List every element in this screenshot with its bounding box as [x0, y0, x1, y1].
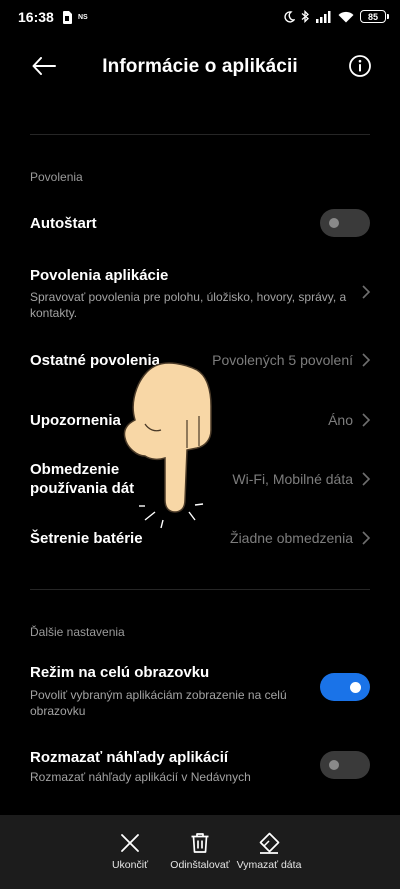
chevron-right-icon [362, 472, 371, 486]
row-subtitle: Spravovať povolenia pre polohu, úložisko… [30, 290, 347, 320]
eraser-icon [259, 832, 280, 854]
force-stop-label: Ukončiť [111, 859, 149, 871]
chevron-right-icon [362, 531, 371, 545]
divider [30, 589, 370, 590]
status-bar: 16:38 NS 85 [0, 0, 400, 36]
status-right-icons: 85 [283, 10, 389, 23]
toggle-knob [350, 681, 361, 693]
bluetooth-icon [301, 10, 309, 23]
sim-card-icon [63, 11, 72, 24]
arrow-left-icon [32, 57, 56, 75]
page-title: Informácie o aplikácii [102, 56, 298, 77]
row-value: Povolených 5 povolení [212, 352, 353, 368]
signal-icon [316, 10, 331, 23]
section-label-more-settings: Ďalšie nastavenia [30, 625, 125, 639]
trash-icon [191, 833, 209, 853]
row-subtitle: Povoliť vybraným aplikáciám zobrazenie n… [30, 688, 287, 718]
row-title: Povolenia aplikácie [30, 267, 169, 284]
row-autostart[interactable]: Autoštart [0, 198, 400, 248]
battery-icon: 85 [360, 10, 389, 23]
chevron-right-icon [362, 353, 371, 367]
row-blur-previews[interactable]: Rozmazať náhľady aplikácií Rozmazať náhľ… [0, 738, 400, 794]
row-title: Šetrenie batérie [30, 530, 143, 547]
uninstall-label: Odinštalovať [170, 859, 230, 871]
clear-data-button[interactable]: Vymazať dáta [224, 831, 314, 871]
row-title: Rozmazať náhľady aplikácií [30, 749, 229, 766]
header: Informácie o aplikácii [0, 44, 400, 88]
row-value: Žiadne obmedzenia [230, 530, 353, 546]
blur-previews-toggle[interactable] [320, 751, 370, 779]
toggle-knob [329, 218, 339, 228]
status-left-icons: NS [62, 11, 88, 24]
bottom-action-bar: Ukončiť Odinštalovať Vymazať dáta [0, 815, 400, 889]
autostart-toggle[interactable] [320, 209, 370, 237]
battery-level: 85 [367, 11, 378, 22]
close-icon [121, 834, 139, 852]
pointing-hand-icon [123, 362, 212, 529]
row-title: Režim na celú obrazovku [30, 664, 210, 681]
row-app-permissions[interactable]: Povolenia aplikácie Spravovať povolenia … [0, 256, 400, 326]
divider [30, 134, 370, 135]
chevron-right-icon [362, 285, 371, 299]
row-subtitle: Rozmazať náhľady aplikácií v Nedávnych [30, 770, 251, 784]
back-button[interactable] [28, 52, 60, 80]
ns-label: NS [78, 14, 88, 21]
info-icon [349, 55, 371, 77]
section-label-permissions: Povolenia [30, 170, 83, 184]
wifi-icon [338, 11, 354, 22]
row-value: Wi-Fi, Mobilné dáta [232, 471, 353, 487]
moon-icon [284, 10, 295, 23]
fullscreen-toggle[interactable] [320, 673, 370, 701]
row-title: Autoštart [30, 215, 97, 232]
row-fullscreen-mode[interactable]: Režim na celú obrazovku Povoliť vybraným… [0, 652, 400, 722]
row-value: Áno [328, 412, 353, 428]
toggle-knob [329, 760, 339, 770]
clear-data-label: Vymazať dáta [236, 859, 302, 871]
info-button[interactable] [348, 54, 372, 78]
chevron-right-icon [362, 413, 371, 427]
row-title: Upozornenia [30, 412, 121, 429]
row-title-line1: Obmedzenie [30, 461, 120, 478]
app-info-screen: 16:38 NS 85 Informácie o aplikácii Povol… [0, 0, 400, 889]
status-time: 16:38 [18, 9, 54, 25]
